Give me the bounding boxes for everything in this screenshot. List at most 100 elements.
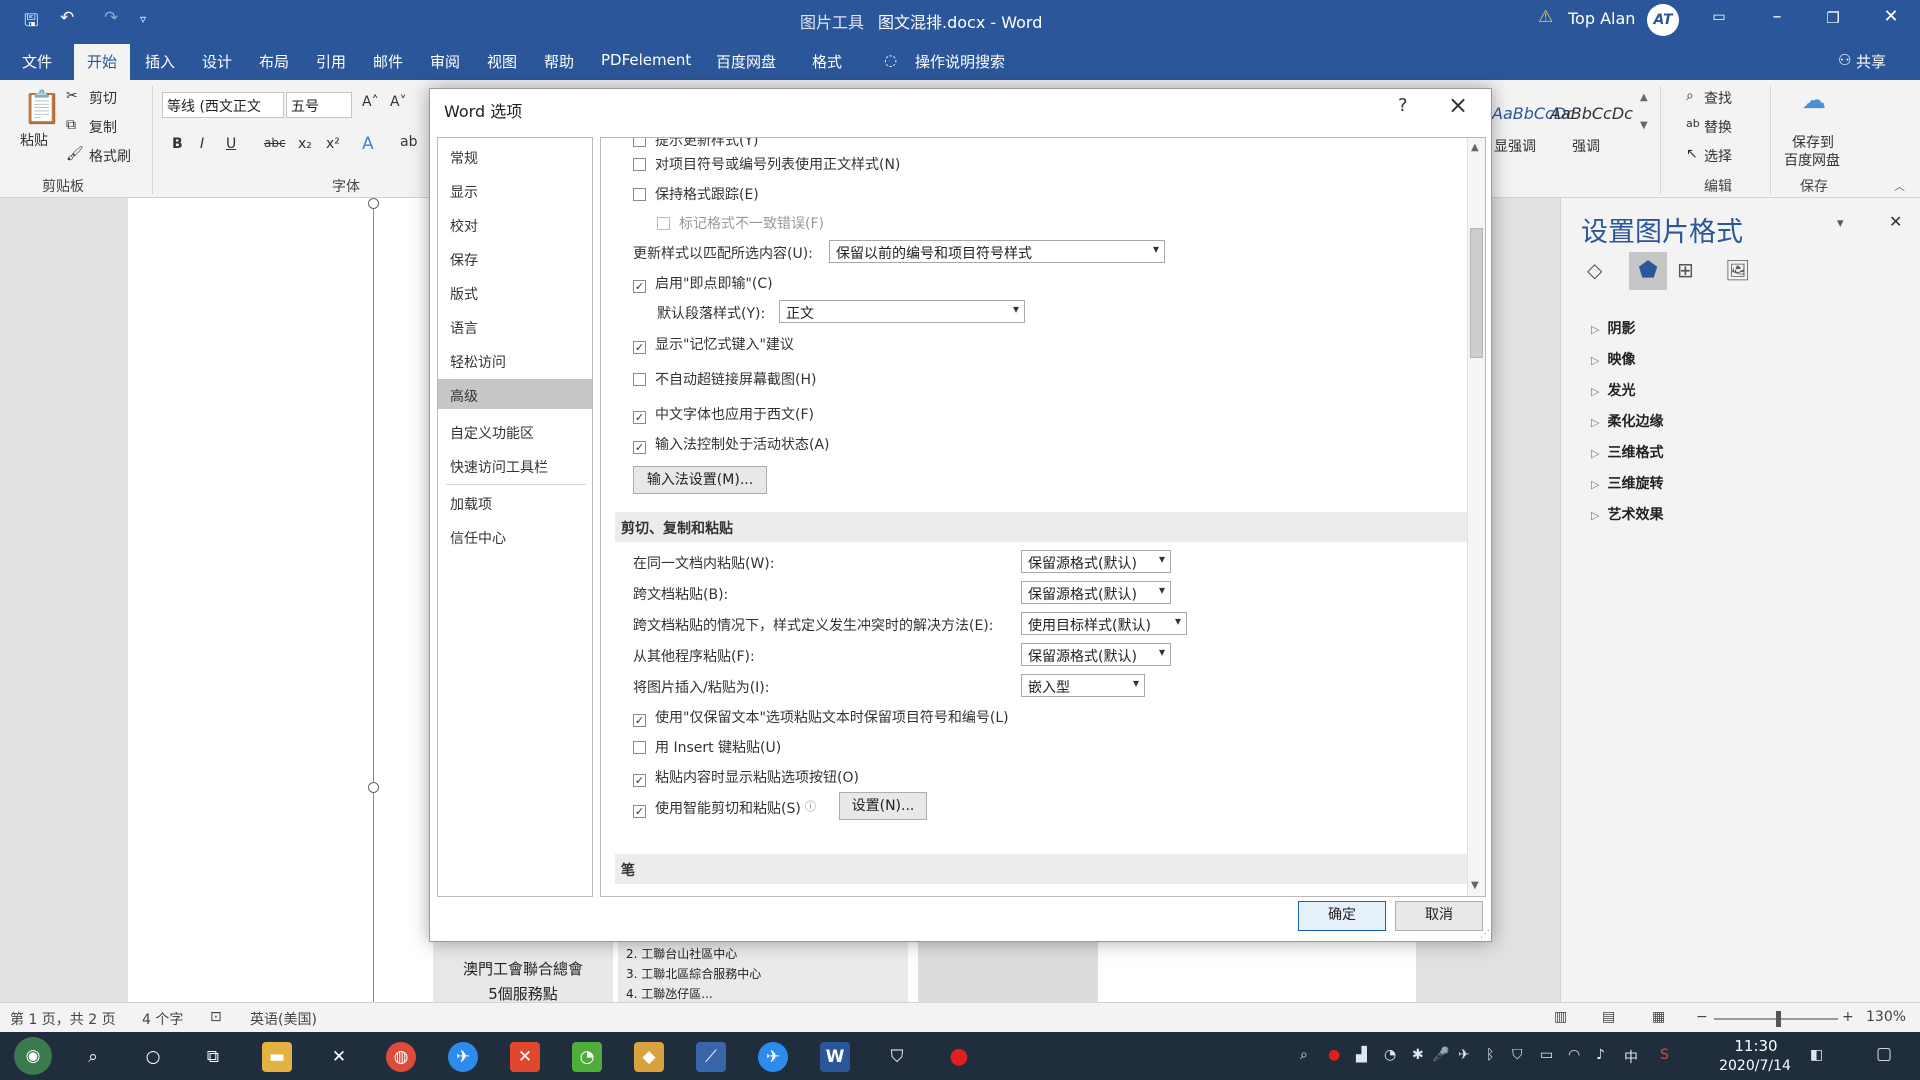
checkbox[interactable]: ✓ (633, 805, 646, 818)
tab-baidu[interactable]: 百度网盘 (716, 51, 776, 72)
clock-date[interactable]: 2020/7/14 (1710, 1058, 1800, 1074)
picture-icon[interactable]: 🖼 (1725, 258, 1750, 282)
cancel-button[interactable]: 取消 (1395, 901, 1483, 931)
option-insert-key-paste[interactable]: 用 Insert 键粘贴(U) (633, 737, 781, 757)
pane-options-icon[interactable]: ▾ (1837, 216, 1844, 231)
checkbox[interactable]: ✓ (633, 441, 646, 454)
tab-review[interactable]: 审阅 (430, 51, 460, 72)
zoom-out-icon[interactable]: − (1696, 1009, 1708, 1025)
zoom-slider-thumb[interactable] (1776, 1011, 1781, 1027)
word-icon[interactable]: W (820, 1042, 850, 1072)
messenger-tray-icon[interactable]: ✈ (1458, 1047, 1470, 1063)
record-tray-icon[interactable]: ● (1328, 1047, 1340, 1063)
default-paragraph-select[interactable]: 正文 (779, 300, 1025, 323)
scrollbar-thumb[interactable] (1470, 228, 1483, 358)
app-tray-icon[interactable]: ◧ (1810, 1047, 1823, 1063)
app-icon[interactable]: ⟋ (696, 1042, 726, 1072)
customize-qat-icon[interactable]: ▿ (140, 12, 146, 26)
tab-insert[interactable]: 插入 (145, 51, 175, 72)
highlight-icon[interactable]: ab (400, 134, 417, 150)
grow-font-icon[interactable]: A˄ (362, 94, 379, 110)
notifications-icon[interactable]: ▢ (1876, 1044, 1892, 1064)
option-use-normal-style-lists[interactable]: 对项目符号或编号列表使用正文样式(N) (633, 154, 900, 174)
option-show-paste-options[interactable]: ✓ 粘贴内容时显示粘贴选项按钮(O) (633, 767, 859, 787)
baidu-cloud-icon[interactable]: ☁ (1802, 86, 1826, 114)
option-chinese-font-western[interactable]: ✓ 中文字体也应用于西文(F) (633, 404, 814, 424)
print-layout-icon[interactable]: ▤ (1602, 1009, 1615, 1025)
chrome-icon[interactable]: ◍ (386, 1042, 416, 1072)
nav-item-display[interactable]: 显示 (450, 182, 478, 202)
nav-item-language[interactable]: 语言 (450, 318, 478, 338)
update-style-select[interactable]: 保留以前的编号和项目符号样式 (829, 240, 1165, 263)
collapse-ribbon-icon[interactable]: ︿ (1894, 178, 1905, 194)
search-tray-icon[interactable]: ⌕ (1300, 1047, 1308, 1063)
word-count[interactable]: 4 个字 (142, 1009, 183, 1029)
volume-icon[interactable]: ♪ (1596, 1047, 1605, 1063)
nav-item-accessibility[interactable]: 轻松访问 (450, 352, 506, 372)
checkbox[interactable] (633, 138, 646, 147)
shield-tray-icon[interactable]: ⛉ (1512, 1047, 1523, 1063)
font-size-select[interactable]: 五号 (286, 92, 352, 118)
file-explorer-icon[interactable]: ▬ (262, 1042, 292, 1072)
scroll-up-icon[interactable]: ▲ (1471, 142, 1479, 153)
option-smart-cut-paste[interactable]: ✓ 使用智能剪切和粘贴(S) ⓘ (633, 798, 816, 818)
paste-between-documents-select[interactable]: 保留源格式(默认) (1021, 581, 1171, 604)
avatar[interactable]: AT (1647, 4, 1679, 36)
language-status[interactable]: 英语(美国) (250, 1009, 317, 1029)
wechat-icon[interactable]: ◔ (572, 1042, 602, 1072)
style-gallery-item-2[interactable]: AaBbCcDc (1550, 104, 1633, 123)
messenger-icon[interactable]: ✈ (448, 1042, 478, 1072)
checkbox[interactable] (633, 741, 646, 754)
checkbox[interactable]: ✓ (633, 714, 646, 727)
battery-icon[interactable]: ▭ (1540, 1047, 1553, 1063)
bold-icon[interactable]: B (172, 136, 183, 152)
nav-item-customize-ribbon[interactable]: 自定义功能区 (450, 423, 534, 443)
pane-item-soft-edges[interactable]: 柔化边缘 (1591, 411, 1663, 431)
pane-item-reflection[interactable]: 映像 (1591, 349, 1635, 369)
checkbox[interactable]: ✓ (633, 280, 646, 293)
start-icon[interactable]: ◉ (14, 1037, 52, 1075)
paste-from-other-programs-select[interactable]: 保留源格式(默认) (1021, 643, 1171, 666)
options-scrollbar[interactable]: ▲ ▼ (1467, 138, 1485, 896)
paste-within-document-select[interactable]: 保留源格式(默认) (1021, 550, 1171, 573)
tab-pdfelement[interactable]: PDFelement (601, 51, 691, 69)
undo-icon[interactable]: ↶ (60, 8, 74, 28)
superscript-icon[interactable]: x² (326, 136, 340, 152)
tab-view[interactable]: 视图 (487, 51, 517, 72)
nav-item-typography[interactable]: 版式 (450, 284, 478, 304)
smart-paste-settings-button[interactable]: 设置(N)... (839, 792, 927, 820)
bluetooth-tray-icon[interactable]: ✱ (1412, 1047, 1424, 1063)
nav-item-advanced[interactable]: 高级 (438, 379, 592, 409)
checkbox[interactable]: ✓ (633, 774, 646, 787)
user-name[interactable]: Top Alan (1568, 9, 1635, 28)
layout-properties-icon[interactable]: ⊞ (1677, 258, 1694, 282)
nav-item-add-ins[interactable]: 加载项 (450, 494, 492, 514)
text-effects-icon[interactable]: A (362, 134, 374, 154)
option-ime-control-active[interactable]: ✓ 输入法控制处于活动状态(A) (633, 434, 830, 454)
paste-button[interactable]: 粘贴 (20, 130, 48, 150)
read-mode-icon[interactable]: ▥ (1554, 1009, 1567, 1025)
wifi-icon[interactable]: ◠ (1568, 1047, 1580, 1063)
zoom-in-icon[interactable]: + (1842, 1009, 1854, 1025)
shield-icon[interactable]: ⛉ (882, 1042, 912, 1072)
strikethrough-icon[interactable]: abc (264, 136, 286, 150)
pane-item-glow[interactable]: 发光 (1591, 380, 1635, 400)
option-click-and-type[interactable]: ✓ 启用"即点即输"(C) (633, 273, 773, 293)
zoom-level[interactable]: 130% (1866, 1009, 1906, 1025)
underline-icon[interactable]: U (226, 136, 236, 152)
insert-pictures-as-select[interactable]: 嵌入型 (1021, 674, 1145, 697)
cortana-icon[interactable]: ○ (138, 1042, 168, 1072)
subscript-icon[interactable]: x₂ (298, 136, 312, 152)
ime-settings-button[interactable]: 输入法设置(M)... (633, 466, 767, 494)
scroll-down-icon[interactable]: ▼ (1471, 880, 1479, 891)
pane-item-artistic-effects[interactable]: 艺术效果 (1591, 504, 1663, 524)
app-icon[interactable]: ◆ (634, 1042, 664, 1072)
copy-button[interactable]: 复制 (89, 117, 117, 137)
minimize-icon[interactable]: – (1762, 6, 1792, 27)
resize-handle[interactable] (368, 782, 379, 793)
pane-close-icon[interactable]: ✕ (1889, 212, 1902, 231)
wechat-tray-icon[interactable]: ◔ (1384, 1047, 1396, 1063)
font-name-select[interactable]: 等线 (西文正文 (162, 92, 284, 118)
nav-item-trust-center[interactable]: 信任中心 (450, 528, 506, 548)
sogou-icon[interactable]: S (1660, 1047, 1669, 1063)
